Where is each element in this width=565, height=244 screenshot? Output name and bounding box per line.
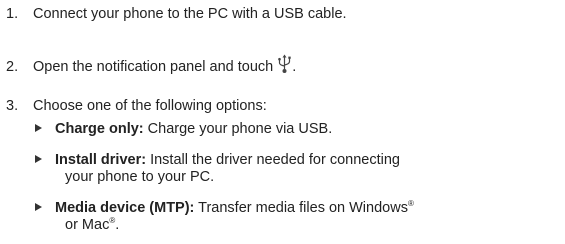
bullet-arrow-icon [35, 203, 42, 211]
step-1: 1. Connect your phone to the PC with a US… [6, 6, 347, 23]
bullet-arrow-icon [35, 124, 42, 132]
usb-icon [277, 54, 292, 74]
step-text: Open the notification panel and touch [33, 59, 274, 75]
step-number: 2. [6, 59, 19, 75]
option-text: Install the driver needed for connecting [146, 152, 400, 168]
option-install-driver: Install driver: Install the driver neede… [35, 152, 400, 186]
step-text-end: . [292, 59, 297, 75]
option-text: Charge your phone via USB. [143, 121, 333, 137]
option-text: Transfer media files on Windows [194, 200, 408, 216]
registered-mark: ® [407, 199, 414, 208]
option-text-end: . [115, 217, 120, 233]
option-text-continued: or Mac®. [65, 217, 414, 234]
step-3: 3. Choose one of the following options: [6, 98, 267, 115]
step-number: 3. [6, 98, 19, 114]
option-text-mac: or Mac [65, 217, 110, 233]
option-text-continued: your phone to your PC. [65, 169, 215, 185]
instructions-page: 1. Connect your phone to the PC with a US… [0, 0, 565, 244]
step-2: 2. Open the notification panel and touch … [6, 54, 296, 76]
option-media-device: Media device (MTP): Transfer media files… [35, 200, 414, 234]
bullet-arrow-icon [35, 155, 42, 163]
option-charge-only: Charge only: Charge your phone via USB. [35, 121, 332, 138]
step-text: Connect your phone to the PC with a USB … [33, 6, 347, 22]
option-label: Media device (MTP): [55, 200, 195, 216]
option-label: Charge only: [55, 121, 144, 137]
step-number: 1. [6, 6, 19, 22]
option-label: Install driver: [55, 152, 147, 168]
step-text: Choose one of the following options: [33, 98, 267, 114]
